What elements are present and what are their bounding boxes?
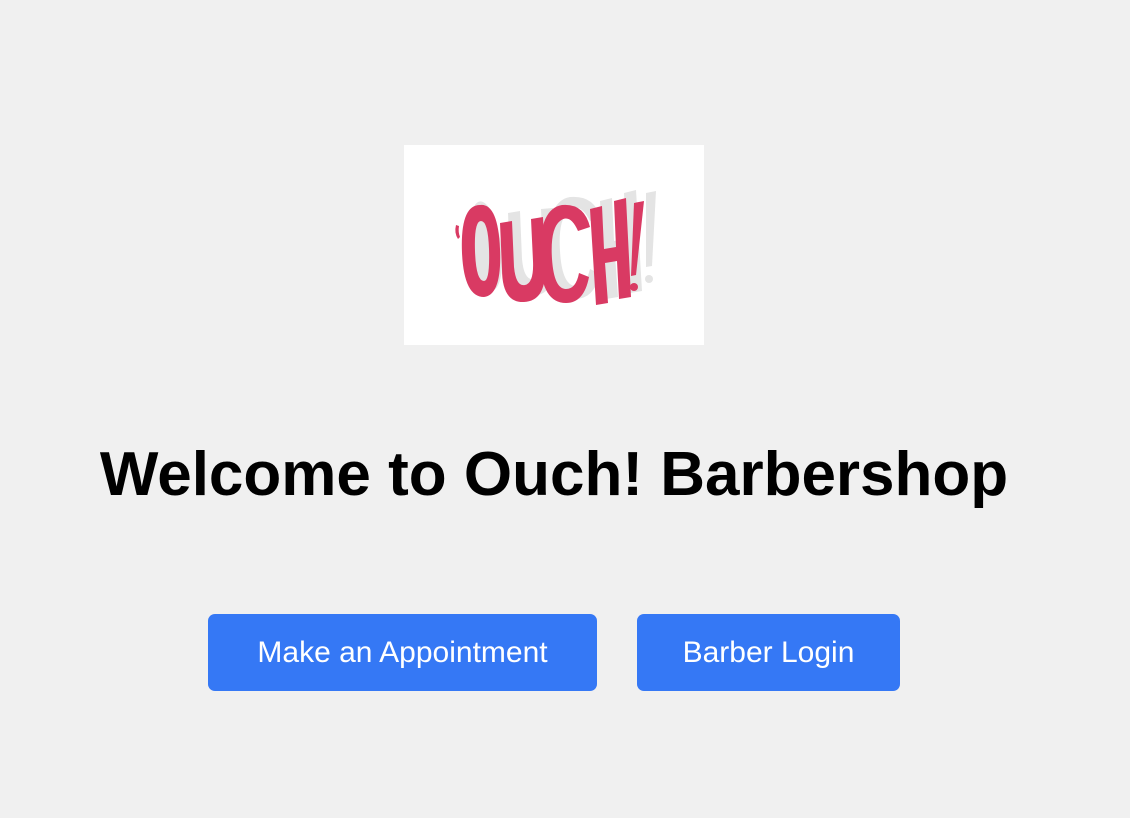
barber-login-button[interactable]: Barber Login	[637, 614, 900, 691]
page-title: Welcome to Ouch! Barbershop	[99, 440, 1009, 509]
ouch-logo-image	[455, 190, 656, 305]
landing-page: Welcome to Ouch! Barbershop Make an Appo…	[0, 0, 1130, 818]
ouch-logo	[404, 145, 704, 345]
make-appointment-button[interactable]: Make an Appointment	[208, 614, 597, 691]
